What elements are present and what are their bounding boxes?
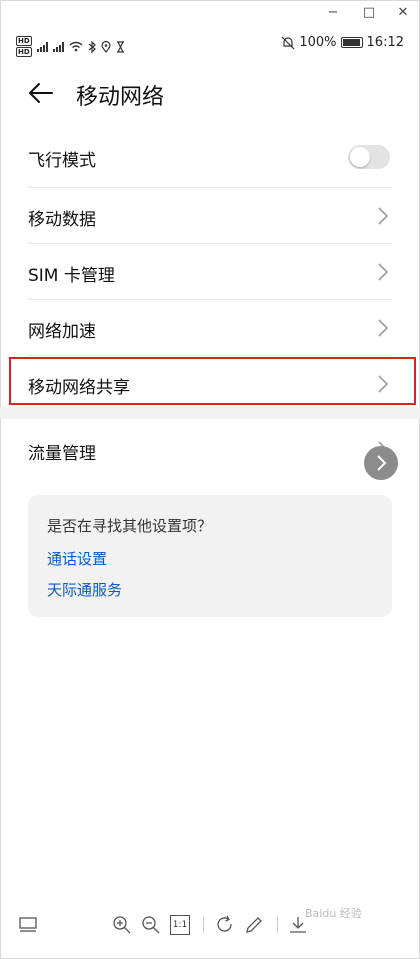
- divider: [28, 187, 392, 188]
- network-acceleration-row[interactable]: 网络加速: [28, 301, 390, 356]
- page-title: 移动网络: [76, 85, 165, 110]
- signal-icon: [52, 41, 64, 52]
- chevron-right-icon: [378, 319, 388, 337]
- sim-management-row[interactable]: SIM 卡管理: [28, 245, 390, 300]
- divider: [28, 243, 392, 244]
- data-usage-row[interactable]: 流量管理: [28, 423, 390, 478]
- status-bar: HD HD 100% 16:12: [0, 30, 420, 58]
- chevron-right-icon: [377, 455, 387, 471]
- edit-icon[interactable]: [244, 915, 264, 935]
- airplane-mode-toggle[interactable]: [348, 145, 390, 169]
- divider: [28, 299, 392, 300]
- highlight-box: [9, 357, 416, 405]
- mobile-data-label: 移动数据: [28, 210, 96, 230]
- toolbar-divider: [203, 917, 204, 933]
- bell-off-icon: [281, 36, 295, 49]
- chevron-right-icon: [378, 263, 388, 281]
- divider: [28, 355, 392, 356]
- data-usage-label: 流量管理: [28, 444, 96, 464]
- call-settings-link[interactable]: 通话设置: [47, 548, 107, 569]
- toolbar-divider: [277, 917, 278, 933]
- suggestion-card: 是否在寻找其他设置项？ 通话设置 天际通服务: [28, 495, 392, 617]
- rotate-icon[interactable]: [215, 915, 235, 935]
- mobile-data-row[interactable]: 移动数据: [28, 189, 390, 244]
- back-arrow-icon[interactable]: [28, 80, 54, 106]
- page-header: 移动网络: [0, 62, 420, 126]
- wifi-icon: [69, 41, 83, 52]
- bluetooth-icon: [88, 40, 96, 53]
- airplane-mode-row[interactable]: 飞行模式: [28, 130, 390, 185]
- network-acceleration-label: 网络加速: [28, 322, 96, 342]
- zoom-in-icon[interactable]: [112, 915, 132, 935]
- close-button[interactable]: ✕: [392, 3, 414, 23]
- signal-icon: [36, 41, 48, 52]
- airplane-mode-label: 飞行模式: [28, 151, 96, 171]
- floating-next-button[interactable]: [364, 446, 398, 480]
- baidu-watermark: Baidu 经验: [305, 907, 362, 920]
- skytone-service-link[interactable]: 天际通服务: [47, 579, 122, 600]
- battery-percent: 100%: [299, 35, 337, 50]
- chevron-right-icon: [378, 207, 388, 225]
- zoom-out-icon[interactable]: [141, 915, 161, 935]
- sim-management-label: SIM 卡管理: [28, 266, 115, 286]
- actual-size-icon[interactable]: 1:1: [170, 915, 190, 935]
- location-icon: [101, 40, 111, 53]
- hourglass-icon: [116, 40, 124, 53]
- section-separator: [0, 407, 420, 419]
- minimize-button[interactable]: −: [322, 3, 344, 23]
- status-time: 16:12: [366, 35, 404, 50]
- hd-icon: HD HD: [16, 36, 32, 57]
- window-title-bar: − □ ✕: [0, 0, 420, 26]
- maximize-button[interactable]: □: [358, 3, 380, 23]
- layout-icon[interactable]: [18, 915, 38, 935]
- suggestion-question: 是否在寻找其他设置项？: [47, 517, 213, 535]
- battery-icon: [340, 37, 363, 48]
